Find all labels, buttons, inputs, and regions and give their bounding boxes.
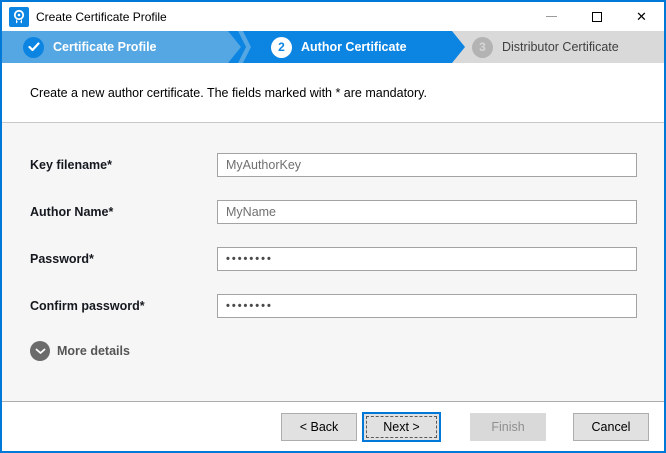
key-filename-label: Key filename* [30, 158, 217, 172]
maximize-button[interactable] [574, 2, 619, 31]
close-button[interactable]: ✕ [619, 2, 664, 31]
maximize-icon [592, 12, 602, 22]
step2-label: Author Certificate [301, 40, 407, 54]
close-icon: ✕ [636, 10, 647, 23]
step3-badge: 3 [472, 37, 493, 58]
next-button-label: Next > [383, 420, 419, 434]
key-filename-input[interactable] [217, 153, 637, 177]
confirm-password-input[interactable] [217, 294, 637, 318]
step1-badge [23, 37, 44, 58]
certificate-app-icon [9, 7, 29, 27]
chevron-down-icon [30, 341, 50, 361]
wizard-step-bar: Certificate Profile 2 Author Certificate… [2, 31, 664, 63]
page-description: Create a new author certificate. The fie… [30, 86, 427, 100]
title-bar: Create Certificate Profile ✕ [2, 2, 664, 31]
password-input[interactable] [217, 247, 637, 271]
create-certificate-profile-dialog: Create Certificate Profile ✕ Certificate… [0, 0, 666, 453]
step-certificate-profile: Certificate Profile [2, 31, 228, 63]
author-certificate-form: Key filename* Author Name* Password* Con… [2, 123, 664, 401]
description-area: Create a new author certificate. The fie… [2, 63, 664, 123]
back-button[interactable]: < Back [281, 413, 357, 441]
finish-button[interactable]: Finish [470, 413, 546, 441]
author-name-row: Author Name* [30, 200, 664, 224]
step-author-certificate: 2 Author Certificate [228, 31, 452, 63]
next-button[interactable]: Next > [362, 412, 441, 442]
window-title: Create Certificate Profile [36, 10, 529, 24]
more-details-toggle[interactable]: More details [30, 341, 664, 361]
author-name-input[interactable] [217, 200, 637, 224]
step3-label: Distributor Certificate [502, 40, 619, 54]
step2-badge: 2 [271, 37, 292, 58]
confirm-password-label: Confirm password* [30, 299, 217, 313]
cancel-button[interactable]: Cancel [573, 413, 649, 441]
step-distributor-certificate: 3 Distributor Certificate [452, 31, 664, 63]
minimize-button[interactable] [529, 2, 574, 31]
password-row: Password* [30, 247, 664, 271]
author-name-label: Author Name* [30, 205, 217, 219]
check-icon [28, 42, 40, 52]
dialog-button-bar: < Back Next > Finish Cancel [2, 401, 664, 451]
more-details-label: More details [57, 344, 130, 358]
key-filename-row: Key filename* [30, 153, 664, 177]
step1-label: Certificate Profile [53, 40, 157, 54]
minimize-icon [546, 16, 557, 17]
password-label: Password* [30, 252, 217, 266]
confirm-password-row: Confirm password* [30, 294, 664, 318]
window-controls: ✕ [529, 2, 664, 31]
